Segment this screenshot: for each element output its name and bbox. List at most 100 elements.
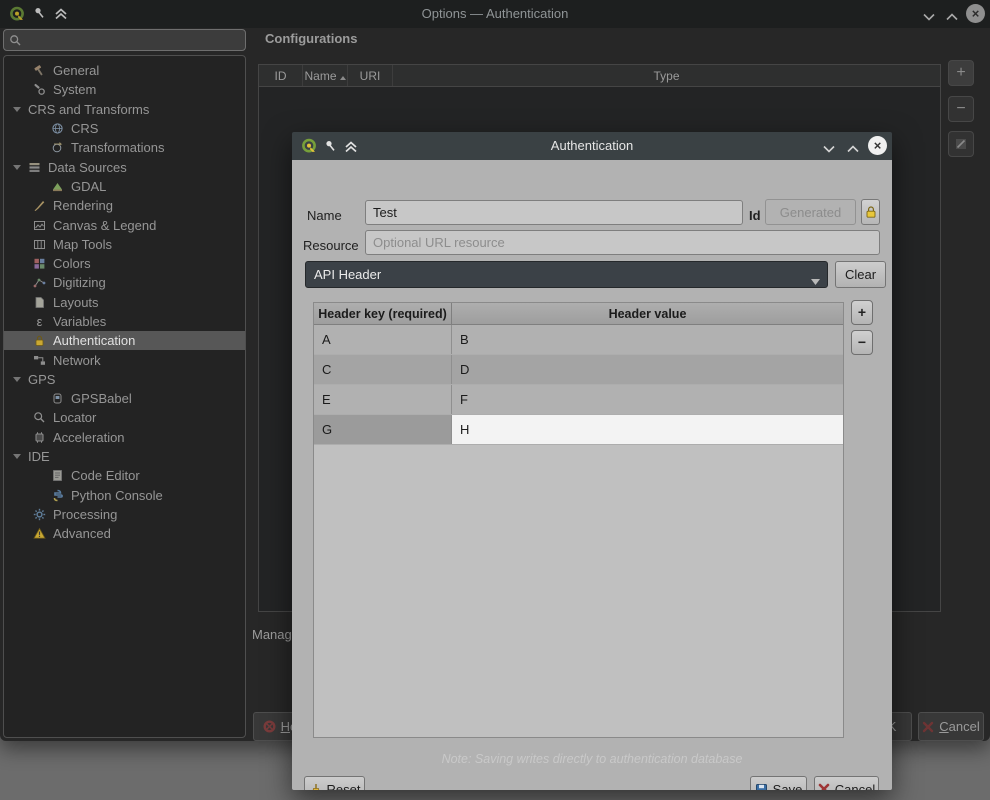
color-swatches-icon <box>33 257 46 270</box>
sidebar-item-authentication[interactable]: Authentication <box>4 331 245 350</box>
column-header-name[interactable]: Name <box>303 65 348 86</box>
sidebar-item-layouts[interactable]: Layouts <box>4 293 245 312</box>
sidebar-item-label: GPS <box>28 372 55 387</box>
column-header-key[interactable]: Header key (required) <box>314 303 452 325</box>
hammer-icon <box>33 64 46 77</box>
sidebar-item-code-editor[interactable]: Code Editor <box>4 466 245 485</box>
cancel-button[interactable]: Cancel <box>814 776 879 790</box>
sidebar-item-label: Acceleration <box>53 430 125 445</box>
options-titlebar[interactable]: Options — Authentication × <box>0 0 990 28</box>
reset-button[interactable]: Reset <box>304 776 365 790</box>
edit-config-button[interactable] <box>948 131 974 157</box>
sidebar-item-gpsbabel[interactable]: GPSBabel <box>4 389 245 408</box>
sidebar-group-ide[interactable]: IDE <box>4 447 245 466</box>
value-cell[interactable]: D <box>452 355 843 384</box>
resource-input[interactable] <box>365 230 880 255</box>
column-header-value[interactable]: Header value <box>452 303 843 325</box>
column-header-uri[interactable]: URI <box>348 65 393 86</box>
digitizing-icon <box>33 276 46 289</box>
expander-icon[interactable] <box>13 454 21 459</box>
sidebar-item-digitizing[interactable]: Digitizing <box>4 273 245 292</box>
cancel-icon <box>818 783 830 790</box>
sidebar-item-crs[interactable]: CRS <box>4 119 245 138</box>
sidebar-item-label: Advanced <box>53 526 111 541</box>
dialog-titlebar[interactable]: Authentication × <box>292 132 892 160</box>
key-cell[interactable]: E <box>314 385 452 414</box>
key-cell[interactable]: G <box>314 415 452 444</box>
sidebar-item-locator[interactable]: Locator <box>4 408 245 427</box>
cancel-button[interactable]: Cancel <box>918 712 984 741</box>
sidebar-group-data-sources[interactable]: Data Sources <box>4 157 245 176</box>
search-input[interactable] <box>3 29 246 51</box>
sidebar-group-gps[interactable]: GPS <box>4 370 245 389</box>
warning-icon <box>33 527 46 540</box>
key-cell[interactable]: A <box>314 325 452 354</box>
sidebar-item-rendering[interactable]: Rendering <box>4 196 245 215</box>
maximize-button[interactable] <box>945 9 959 19</box>
epsilon-icon: ε <box>33 314 46 329</box>
sidebar-item-colors[interactable]: Colors <box>4 254 245 273</box>
remove-header-button[interactable]: − <box>851 330 873 355</box>
clear-button[interactable]: Clear <box>835 261 886 288</box>
table-row[interactable]: C D <box>314 355 843 385</box>
add-header-button[interactable]: + <box>851 300 873 325</box>
auth-method-select[interactable]: API Header <box>305 261 828 288</box>
sidebar-item-acceleration[interactable]: Acceleration <box>4 428 245 447</box>
sidebar-item-python-console[interactable]: Python Console <box>4 486 245 505</box>
configurations-table-header: ID Name URI Type <box>259 65 940 87</box>
sidebar-item-label: Canvas & Legend <box>53 218 156 233</box>
expander-icon[interactable] <box>13 107 21 112</box>
remove-config-button[interactable]: − <box>948 96 974 122</box>
screen: Options — Authentication × General Syste… <box>0 0 990 800</box>
id-label: Id <box>749 208 761 223</box>
sidebar-item-system[interactable]: System <box>4 80 245 99</box>
value-cell-editing[interactable]: H <box>452 415 843 444</box>
name-label: Name <box>307 208 342 223</box>
chevron-down-icon <box>811 273 820 288</box>
sidebar-group-crs-and-transforms[interactable]: CRS and Transforms <box>4 100 245 119</box>
key-cell[interactable]: C <box>314 355 452 384</box>
sidebar-item-canvas-legend[interactable]: Canvas & Legend <box>4 215 245 234</box>
expander-icon[interactable] <box>13 377 21 382</box>
plus-icon: + <box>858 304 866 320</box>
sidebar-item-label: Digitizing <box>53 275 106 290</box>
save-note: Note: Saving writes directly to authenti… <box>292 752 892 766</box>
window-title: Options — Authentication <box>0 0 990 28</box>
header-table[interactable]: Header key (required) Header value A B C… <box>313 302 844 738</box>
expander-icon[interactable] <box>13 165 21 170</box>
sidebar-item-map-tools[interactable]: Map Tools <box>4 235 245 254</box>
sidebar-item-processing[interactable]: Processing <box>4 505 245 524</box>
maximize-button[interactable] <box>846 141 860 151</box>
dialog-body: Name Id Generated Resource API Header Cl… <box>292 160 892 790</box>
globe-icon <box>51 122 64 135</box>
floppy-icon <box>755 783 768 791</box>
sidebar-item-network[interactable]: Network <box>4 350 245 369</box>
shade-button[interactable] <box>922 9 936 19</box>
id-lock-button[interactable] <box>861 199 880 225</box>
save-button[interactable]: Save <box>750 776 807 790</box>
sidebar-item-variables[interactable]: ε Variables <box>4 312 245 331</box>
sidebar-item-advanced[interactable]: Advanced <box>4 524 245 543</box>
column-header-id[interactable]: ID <box>259 65 303 86</box>
table-row[interactable]: A B <box>314 325 843 355</box>
globe-transform-icon <box>51 141 64 154</box>
name-input[interactable] <box>365 200 743 225</box>
value-cell[interactable]: F <box>452 385 843 414</box>
sidebar-item-label: Python Console <box>71 488 163 503</box>
sidebar-item-gdal[interactable]: GDAL <box>4 177 245 196</box>
value-cell[interactable]: B <box>452 325 843 354</box>
shade-button[interactable] <box>822 141 836 151</box>
lock-icon <box>864 205 878 219</box>
map-icon <box>33 238 46 251</box>
add-config-button[interactable]: + <box>948 60 974 86</box>
column-header-type[interactable]: Type <box>393 65 940 86</box>
minus-icon: − <box>858 334 866 350</box>
sidebar-item-transformations[interactable]: Transformations <box>4 138 245 157</box>
page-title: Configurations <box>265 31 357 46</box>
close-icon[interactable]: × <box>868 136 887 155</box>
table-row-selected[interactable]: G H <box>314 415 843 445</box>
sidebar-item-general[interactable]: General <box>4 61 245 80</box>
auth-method-value: API Header <box>314 267 381 282</box>
close-icon[interactable]: × <box>966 4 985 23</box>
table-row[interactable]: E F <box>314 385 843 415</box>
